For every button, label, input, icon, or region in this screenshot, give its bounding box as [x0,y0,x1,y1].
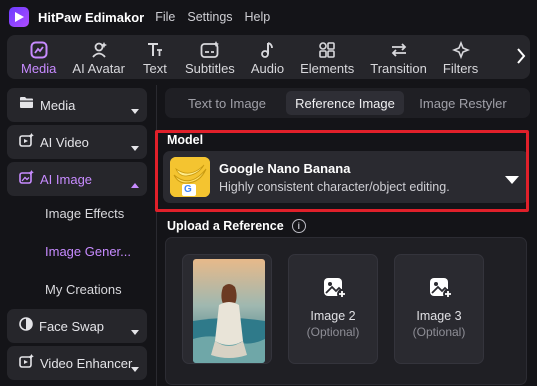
toolbar-filters[interactable]: Filters [435,35,486,79]
media-icon [30,39,48,61]
sidebar-item-media[interactable]: Media [7,88,147,122]
upload-label-text: Upload a Reference [167,219,284,233]
toolbar-media[interactable]: Media [13,35,64,79]
toolbar-label: AI Avatar [72,60,125,76]
sidebar-item-ai-video[interactable]: AI Video [7,125,147,159]
sidebar-item-label: Video Enhancer [40,355,133,371]
reference-photo [193,259,265,363]
sidebar-item-label: AI Video [40,134,89,150]
sidebar-item-video-enhancer[interactable]: Video Enhancer [7,346,147,380]
model-description: Highly consistent character/object editi… [219,179,450,194]
main-panel: Text to Image Reference Image Image Rest… [155,85,537,386]
toolbar-label: Media [21,60,57,76]
sidebar-item-ai-image[interactable]: AI Image [7,162,147,196]
chevron-down-icon[interactable] [505,172,519,190]
ai-image-icon [19,169,34,189]
text-icon [146,39,164,61]
ai-video-icon [19,132,34,152]
sidebar-subitem-image-effects[interactable]: Image Effects [45,206,124,221]
mode-tabs: Text to Image Reference Image Image Rest… [165,88,530,118]
app-logo-icon [9,7,29,27]
toolbar-subtitles[interactable]: Subtitles [177,35,243,79]
toolbar-audio[interactable]: Audio [243,35,292,79]
toolbar-label: Subtitles [184,60,235,76]
tab-reference-image[interactable]: Reference Image [286,91,404,115]
tab-image-restyler[interactable]: Image Restyler [404,91,522,115]
toolbar-ai-avatar[interactable]: AI Avatar [64,35,133,79]
reference-image-slot-3[interactable]: Image 3 (Optional) [394,254,484,364]
subtitles-icon [200,39,220,61]
sidebar: Media AI Video AI Image Image Effects Im… [7,85,151,386]
sidebar-subitem-my-creations[interactable]: My Creations [45,282,122,297]
toolbar-label: Filters [442,60,479,76]
toolbar-elements[interactable]: Elements [292,35,362,79]
add-image-icon [429,277,453,304]
info-icon[interactable]: i [291,219,306,233]
chevron-right-icon[interactable] [516,47,526,70]
face-swap-icon [19,316,33,336]
sidebar-subitem-image-generator[interactable]: Image Gener... [45,244,131,259]
model-selector[interactable]: G Google Nano Banana Highly consistent c… [163,151,529,203]
chevron-down-icon [131,360,139,378]
folder-icon [19,96,34,114]
toolbar-label: Elements [300,60,355,76]
chevron-down-icon [131,139,139,157]
transition-icon [389,39,409,61]
chevron-down-icon [131,323,139,341]
sidebar-item-label: Media [40,97,76,113]
slot-title: Image 2 [310,309,356,323]
main-toolbar: Media AI Avatar Text Subtitles Audio Ele… [7,35,530,79]
app-window: HitPaw Edimakor File Settings Help Media… [0,0,537,386]
google-logo-icon: G [184,184,192,195]
video-enhancer-icon [19,353,34,373]
title-bar: HitPaw Edimakor File Settings Help [0,0,537,34]
toolbar-label: Audio [250,60,285,76]
menu-settings[interactable]: Settings [187,10,232,24]
reference-image-slot-1[interactable] [182,254,272,364]
upload-section-label: Upload a Reference i [167,219,306,233]
menu-help[interactable]: Help [245,10,271,24]
model-section-label: Model [167,133,204,147]
add-image-icon [323,277,347,304]
sidebar-item-label: Face Swap [39,318,105,334]
model-name: Google Nano Banana [219,160,351,176]
toolbar-text[interactable]: Text [133,35,177,79]
sidebar-item-label: AI Image [40,171,93,187]
slot-subtitle: (Optional) [306,325,360,339]
audio-icon [258,39,276,61]
toolbar-transition[interactable]: Transition [362,35,435,79]
elements-icon [318,39,336,61]
upload-area: Image 2 (Optional) Image 3 (Optional) [165,237,527,385]
app-title: HitPaw Edimakor [38,9,145,25]
toolbar-label: Text [143,60,167,76]
chevron-up-icon [131,176,139,194]
menu-file[interactable]: File [155,10,175,24]
tab-text-to-image[interactable]: Text to Image [168,91,286,115]
ai-avatar-icon [90,39,108,61]
slot-title: Image 3 [416,309,462,323]
sidebar-item-face-swap[interactable]: Face Swap [7,309,147,343]
reference-image-slot-2[interactable]: Image 2 (Optional) [288,254,378,364]
filters-icon [451,39,470,61]
toolbar-label: Transition [370,60,427,76]
chevron-down-icon [131,102,139,120]
model-thumbnail: G [170,157,210,197]
slot-subtitle: (Optional) [412,325,466,339]
